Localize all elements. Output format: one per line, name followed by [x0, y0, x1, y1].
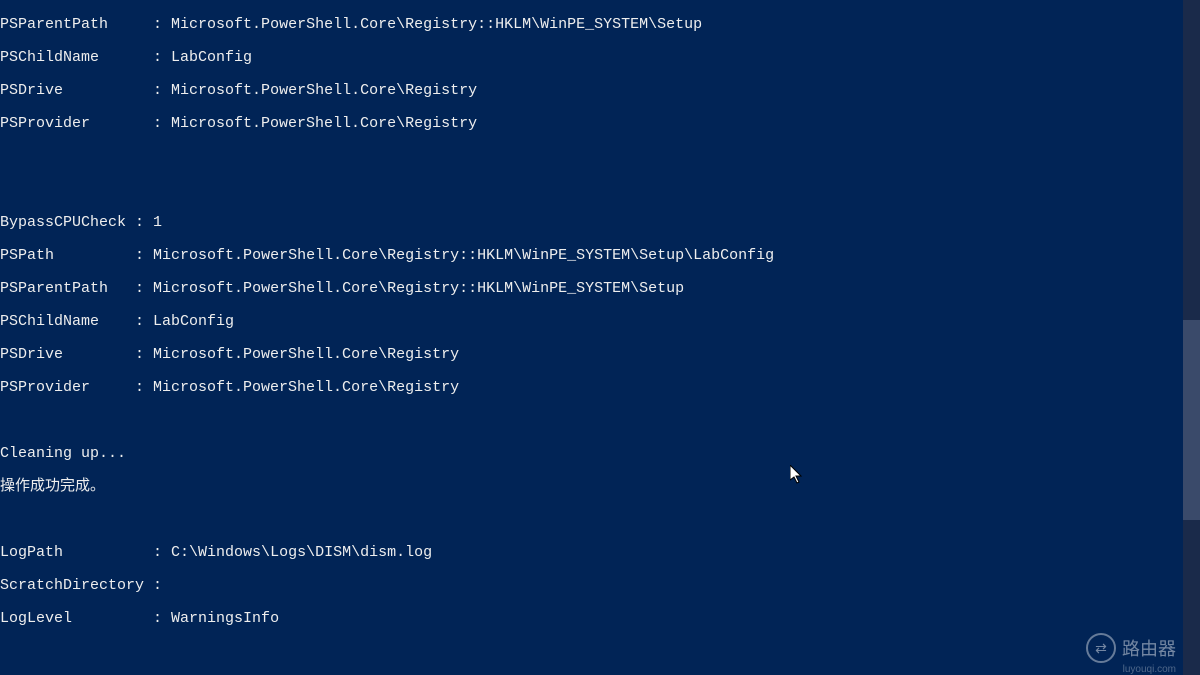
output-line: LogLevel : WarningsInfo: [0, 611, 1180, 628]
watermark: ⇄ 路由器 luyouqi.com: [1086, 633, 1176, 663]
blank-line: [0, 413, 1180, 430]
output-line: PSProvider : Microsoft.PowerShell.Core\R…: [0, 380, 1180, 397]
output-line: Cleaning up...: [0, 446, 1180, 463]
output-line: BypassCPUCheck : 1: [0, 215, 1180, 232]
blank-line: [0, 512, 1180, 529]
output-line: LogPath : C:\Windows\Logs\DISM\dism.log: [0, 545, 1180, 562]
output-line: PSParentPath : Microsoft.PowerShell.Core…: [0, 17, 1180, 34]
blank-line: [0, 644, 1180, 661]
powershell-terminal[interactable]: PSParentPath : Microsoft.PowerShell.Core…: [0, 0, 1180, 675]
output-line: PSParentPath : Microsoft.PowerShell.Core…: [0, 281, 1180, 298]
output-line: PSDrive : Microsoft.PowerShell.Core\Regi…: [0, 83, 1180, 100]
watermark-text: 路由器: [1122, 635, 1176, 661]
output-line: PSChildName : LabConfig: [0, 50, 1180, 67]
output-line: PSPath : Microsoft.PowerShell.Core\Regis…: [0, 248, 1180, 265]
scrollbar-track[interactable]: [1183, 0, 1200, 675]
scrollbar-thumb[interactable]: [1183, 320, 1200, 520]
output-line: ScratchDirectory :: [0, 578, 1180, 595]
watermark-sub: luyouqi.com: [1123, 664, 1176, 675]
blank-line: [0, 182, 1180, 199]
output-line: PSDrive : Microsoft.PowerShell.Core\Regi…: [0, 347, 1180, 364]
output-line: PSProvider : Microsoft.PowerShell.Core\R…: [0, 116, 1180, 133]
router-icon: ⇄: [1086, 633, 1116, 663]
blank-line: [0, 149, 1180, 166]
output-line: PSChildName : LabConfig: [0, 314, 1180, 331]
output-line: 操作成功完成。: [0, 479, 1180, 496]
